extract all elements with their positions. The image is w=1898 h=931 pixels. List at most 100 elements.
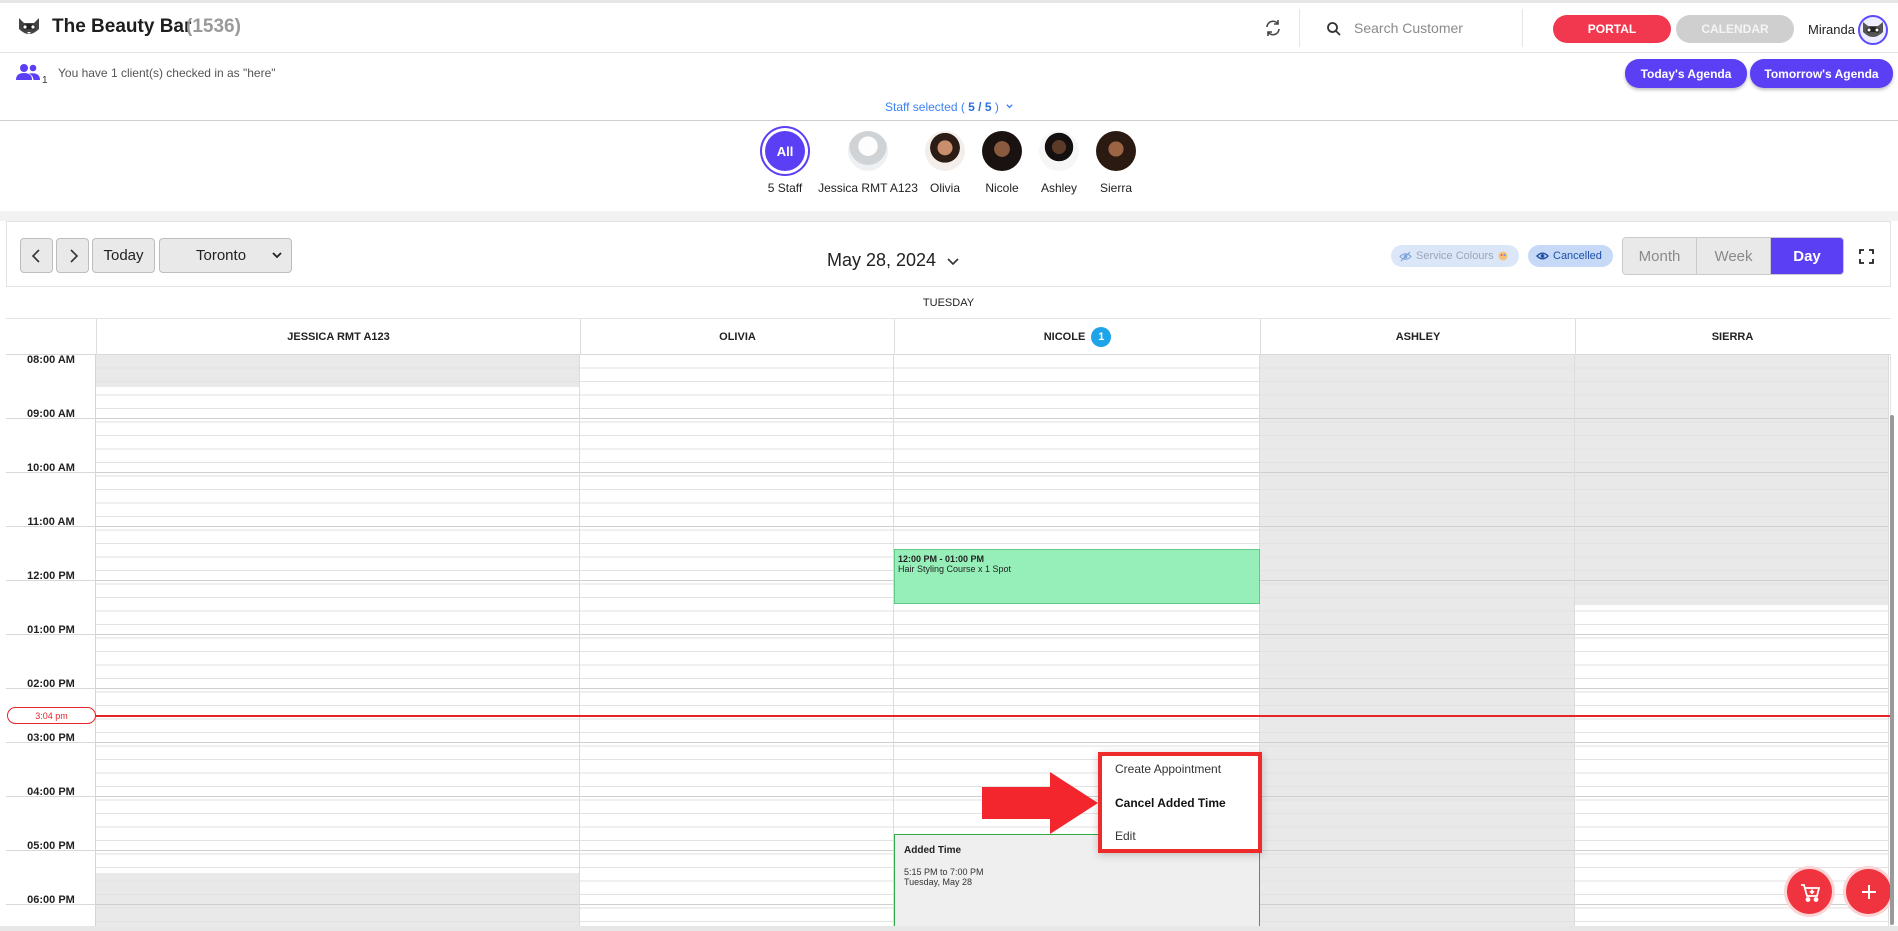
avatar	[925, 131, 965, 171]
users-icon	[16, 64, 40, 80]
cancelled-label: Cancelled	[1553, 250, 1602, 262]
gridlines	[1575, 365, 1888, 926]
raccoon-avatar-icon	[1863, 22, 1883, 37]
service-colours-label: Service Colours	[1416, 250, 1494, 262]
staff-selected-value: 5 / 5	[968, 100, 992, 114]
view-week-button[interactable]: Week	[1697, 238, 1771, 274]
avatar	[1039, 131, 1079, 171]
today-button[interactable]: Today	[92, 238, 155, 273]
staff-jessica[interactable]: Jessica RMT A123	[818, 131, 918, 195]
portal-button[interactable]: PORTAL	[1553, 15, 1671, 43]
time-label: 09:00 AM	[27, 408, 75, 420]
fullscreen-icon[interactable]	[1859, 249, 1874, 264]
time-label: 05:00 PM	[27, 840, 75, 852]
resource-column[interactable]	[580, 355, 894, 926]
avatar	[982, 131, 1022, 171]
time-label: 11:00 AM	[27, 516, 75, 528]
resource-column[interactable]	[1260, 355, 1575, 926]
prev-button[interactable]	[20, 238, 53, 273]
resource-name: NICOLE	[1043, 331, 1086, 343]
resource-header: NICOLE 1	[894, 319, 1260, 355]
resource-header: SIERRA	[1575, 319, 1889, 355]
cancelled-toggle[interactable]: Cancelled	[1528, 245, 1613, 267]
chevron-down-icon	[272, 252, 282, 259]
resource-header: OLIVIA	[580, 319, 894, 355]
staff-selected-prefix: Staff selected (	[885, 100, 965, 114]
event-time: 12:00 PM - 01:00 PM	[898, 554, 985, 564]
search-input[interactable]	[1354, 15, 1514, 41]
next-button[interactable]	[56, 238, 89, 273]
resource-column[interactable]	[96, 355, 580, 926]
sync-icon[interactable]	[1263, 18, 1283, 38]
time-gutter: 08:00 AM 09:00 AM 10:00 AM 11:00 AM 12:0…	[6, 355, 96, 926]
staff-selected-suffix: )	[994, 100, 999, 114]
gridlines	[1260, 365, 1574, 926]
resource-column[interactable]	[1575, 355, 1889, 926]
header-divider	[1522, 9, 1523, 47]
raccoon-logo-icon	[19, 18, 39, 34]
create-appointment-item[interactable]: Create Appointment	[1115, 762, 1221, 776]
current-date[interactable]: May 28, 2024	[827, 250, 936, 271]
event-title: Hair Styling Course x 1 Spot	[898, 564, 1012, 574]
staff-nicole[interactable]: Nicole	[982, 131, 1022, 195]
bottom-edge	[0, 926, 1898, 931]
scrollbar[interactable]	[1890, 415, 1894, 925]
staff-all[interactable]: All 5 Staff	[765, 131, 805, 195]
timezone-value: Toronto	[196, 247, 247, 264]
staff-ashley[interactable]: Ashley	[1039, 131, 1079, 195]
timezone-select[interactable]: Toronto	[159, 238, 292, 273]
time-label: 12:00 PM	[27, 570, 75, 582]
chevron-right-icon	[69, 248, 78, 263]
view-day-button[interactable]: Day	[1771, 238, 1843, 274]
today-agenda-button[interactable]: Today's Agenda	[1625, 59, 1747, 88]
top-header: The Beauty Bar (1536) PORTAL CALENDAR Mi…	[0, 0, 1898, 53]
chevron-left-icon	[31, 248, 40, 263]
service-colours-toggle[interactable]: Service Colours	[1391, 245, 1519, 267]
gridlines	[96, 365, 579, 926]
appointment-event[interactable]: 12:00 PM - 01:00 PM Hair Styling Course …	[894, 549, 1260, 604]
resource-header-row: JESSICA RMT A123 OLIVIA NICOLE 1 ASHLEY …	[6, 319, 1891, 355]
day-header: TUESDAY	[6, 286, 1891, 319]
event-time-range: 5:15 PM to 7:00 PM	[904, 867, 984, 877]
calendar-button[interactable]: CALENDAR	[1676, 15, 1794, 43]
staff-label: Olivia	[929, 181, 960, 195]
time-label: 02:00 PM	[27, 678, 75, 690]
resource-header: JESSICA RMT A123	[96, 319, 580, 355]
staff-label: Nicole	[985, 181, 1019, 195]
user-name[interactable]: Miranda	[1808, 22, 1855, 37]
checkin-count: 1	[42, 75, 48, 86]
chevron-down-icon[interactable]	[945, 253, 961, 269]
view-month-button[interactable]: Month	[1623, 238, 1697, 274]
add-button[interactable]	[1846, 869, 1891, 914]
context-menu: Create Appointment Cancel Added Time Edi…	[1098, 752, 1262, 853]
time-label: 08:00 AM	[27, 355, 75, 366]
avatar	[1096, 131, 1136, 171]
staff-selected-toggle[interactable]: Staff selected ( 5 / 5 )	[885, 100, 1014, 114]
plus-icon	[1861, 884, 1876, 899]
resource-name: SIERRA	[1711, 331, 1754, 343]
brand-name: The Beauty Bar	[52, 16, 192, 37]
staff-label: Jessica RMT A123	[818, 181, 918, 195]
header-divider	[1299, 9, 1300, 47]
current-time-line	[94, 715, 1891, 717]
arrow-icon	[982, 772, 1098, 834]
avatar	[848, 131, 888, 171]
time-label: 04:00 PM	[27, 786, 75, 798]
staff-selector: All 5 Staff Jessica RMT A123 Olivia Nico…	[0, 121, 1898, 211]
search-icon	[1327, 22, 1341, 36]
checkin-message: You have 1 client(s) checked in as "here…	[58, 66, 276, 80]
time-label: 06:00 PM	[27, 894, 75, 906]
current-time-indicator: 3:04 pm	[7, 707, 96, 724]
resource-name: OLIVIA	[719, 331, 756, 343]
time-label: 03:00 PM	[27, 732, 75, 744]
chevron-down-icon	[1006, 104, 1013, 109]
staff-sierra[interactable]: Sierra	[1096, 131, 1136, 195]
event-day: Tuesday, May 28	[904, 877, 973, 887]
cart-button[interactable]	[1787, 869, 1832, 914]
staff-olivia[interactable]: Olivia	[925, 131, 965, 195]
edit-item[interactable]: Edit	[1115, 829, 1136, 843]
avatar[interactable]	[1858, 15, 1888, 45]
eye-icon	[1536, 252, 1549, 260]
cancel-added-time-item[interactable]: Cancel Added Time	[1115, 796, 1226, 810]
tomorrow-agenda-button[interactable]: Tomorrow's Agenda	[1750, 59, 1893, 88]
